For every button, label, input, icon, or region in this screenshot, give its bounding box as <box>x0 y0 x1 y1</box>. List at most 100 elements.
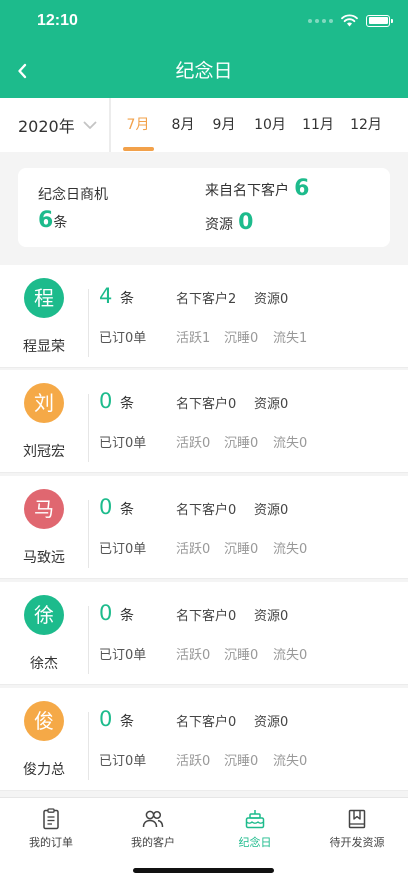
wifi-icon <box>341 14 358 27</box>
filter-divider <box>109 98 111 152</box>
from-customer-stat: 来自名下客户 6 <box>205 176 309 201</box>
row-separator <box>0 367 408 368</box>
row-divider <box>88 289 89 357</box>
home-indicator <box>133 868 274 873</box>
customer-row[interactable]: 程 程显荣 4 条 名下客户2 资源0 已订0单 活跃1 沉睡0 流失1 <box>0 265 408 368</box>
tab-label: 纪念日 <box>238 836 272 849</box>
tab-pending-resources[interactable]: 待开发资源 <box>306 798 408 858</box>
active-month-indicator <box>123 147 154 151</box>
resources: 资源0 <box>254 503 289 518</box>
dormant-count: 沉睡0 <box>224 331 259 346</box>
resources: 资源0 <box>254 609 289 624</box>
avatar: 刘 <box>24 383 64 423</box>
resource-label: 资源 <box>205 217 233 233</box>
row-separator <box>0 684 408 685</box>
dormant-count: 沉睡0 <box>224 542 259 557</box>
customer-row[interactable]: 俊 俊力总 0 条 名下客户0 资源0 已订0单 活跃0 沉睡0 流失0 <box>0 688 408 791</box>
avatar: 马 <box>24 489 64 529</box>
tab-my-customers[interactable]: 我的客户 <box>102 798 204 858</box>
battery-icon <box>366 14 393 27</box>
status-icons <box>308 14 393 27</box>
summary-card: 纪念日商机 6条 来自名下客户 6 资源 0 <box>18 168 390 247</box>
from-customer-count: 6 <box>294 176 310 201</box>
count-unit: 条 <box>120 502 134 518</box>
orders-placed: 已订0单 <box>99 436 147 451</box>
date-filter-bar: 2020年 7月 8月 9月 10月 11月 12月 <box>0 98 408 152</box>
resources: 资源0 <box>254 715 289 730</box>
opportunity-count: 0 <box>99 495 113 519</box>
customer-row[interactable]: 刘 刘冠宏 0 条 名下客户0 资源0 已订0单 活跃0 沉睡0 流失0 <box>0 370 408 473</box>
bookmark-book-icon <box>348 809 366 829</box>
row-separator <box>0 790 408 791</box>
avatar: 程 <box>24 278 64 318</box>
customer-name: 刘冠宏 <box>23 444 65 460</box>
customer-row[interactable]: 马 马致远 0 条 名下客户0 资源0 已订0单 活跃0 沉睡0 流失0 <box>0 476 408 579</box>
tab-label: 我的客户 <box>131 836 175 849</box>
resources: 资源0 <box>254 292 289 307</box>
row-divider <box>88 394 89 462</box>
opportunity-label: 纪念日商机 <box>38 187 108 203</box>
customer-row[interactable]: 徐 徐杰 0 条 名下客户0 资源0 已订0单 活跃0 沉睡0 流失0 <box>0 582 408 685</box>
dormant-count: 沉睡0 <box>224 648 259 663</box>
opportunity-count: 4 <box>99 284 113 308</box>
cake-icon <box>245 810 265 829</box>
year-label: 2020年 <box>18 117 75 136</box>
customer-name: 程显荣 <box>23 339 65 355</box>
row-divider <box>88 712 89 780</box>
month-tabs: 7月 8月 9月 10月 11月 12月 <box>112 98 408 152</box>
month-tab-9[interactable]: 9月 <box>210 98 238 152</box>
active-count: 活跃1 <box>176 331 211 346</box>
opportunity-total: 6条 <box>38 208 67 233</box>
owned-customers: 名下客户0 <box>176 503 237 518</box>
customer-name: 俊力总 <box>23 762 65 778</box>
row-separator <box>0 472 408 473</box>
month-tab-8[interactable]: 8月 <box>169 98 197 152</box>
page-title: 纪念日 <box>175 60 233 82</box>
month-tab-7[interactable]: 7月 <box>124 98 152 152</box>
resource-count: 0 <box>238 210 254 235</box>
status-bar: 12:10 <box>0 0 408 44</box>
row-divider <box>88 606 89 674</box>
orders-placed: 已订0单 <box>99 754 147 769</box>
owned-customers: 名下客户0 <box>176 397 237 412</box>
orders-placed: 已订0单 <box>99 542 147 557</box>
status-time: 12:10 <box>37 12 78 29</box>
count-unit: 条 <box>120 714 134 730</box>
app-header: 12:10 纪念日 <box>0 0 408 98</box>
lost-count: 流失0 <box>273 436 308 451</box>
tab-label: 待开发资源 <box>329 836 385 849</box>
opportunity-count: 0 <box>99 707 113 731</box>
tab-anniversary[interactable]: 纪念日 <box>204 798 306 858</box>
avatar: 徐 <box>24 595 64 635</box>
customer-name: 徐杰 <box>30 656 58 672</box>
orders-placed: 已订0单 <box>99 331 147 346</box>
lost-count: 流失0 <box>273 754 308 769</box>
owned-customers: 名下客户0 <box>176 715 237 730</box>
active-count: 活跃0 <box>176 436 211 451</box>
month-tab-12[interactable]: 12月 <box>350 98 382 152</box>
signal-icon <box>308 18 333 23</box>
avatar: 俊 <box>24 701 64 741</box>
customer-name: 马致远 <box>23 550 65 566</box>
tab-my-orders[interactable]: 我的订单 <box>0 798 102 858</box>
row-separator <box>0 578 408 579</box>
orders-placed: 已订0单 <box>99 648 147 663</box>
owned-customers: 名下客户0 <box>176 609 237 624</box>
active-count: 活跃0 <box>176 754 211 769</box>
row-divider <box>88 500 89 568</box>
month-tab-11[interactable]: 11月 <box>302 98 334 152</box>
resource-stat: 资源 0 <box>205 210 253 235</box>
owned-customers: 名下客户2 <box>176 292 237 307</box>
count-unit: 条 <box>120 291 134 307</box>
month-tab-10[interactable]: 10月 <box>254 98 286 152</box>
active-count: 活跃0 <box>176 542 211 557</box>
from-customer-label: 来自名下客户 <box>205 183 289 199</box>
year-select[interactable]: 2020年 <box>0 98 110 152</box>
opportunity-count: 0 <box>99 389 113 413</box>
lost-count: 流失0 <box>273 648 308 663</box>
users-icon <box>142 810 164 828</box>
dormant-count: 沉睡0 <box>224 754 259 769</box>
count-unit: 条 <box>120 396 134 412</box>
dormant-count: 沉睡0 <box>224 436 259 451</box>
count-unit: 条 <box>120 608 134 624</box>
